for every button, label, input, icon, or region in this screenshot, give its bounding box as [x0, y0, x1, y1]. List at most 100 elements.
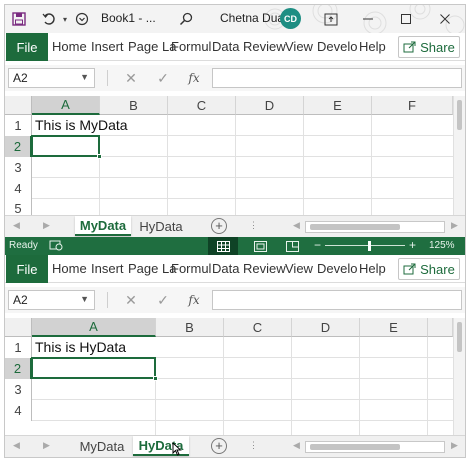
tab-file[interactable]: File [6, 255, 48, 283]
cancel-icon[interactable]: ✕ [118, 290, 144, 310]
name-box[interactable]: A2 ▼ [8, 290, 95, 310]
cancel-icon[interactable]: ✕ [118, 68, 144, 88]
select-all-corner[interactable] [5, 96, 32, 115]
column-header[interactable] [428, 318, 453, 337]
tab-help[interactable]: Help [359, 261, 386, 276]
row-header[interactable]: 4 [5, 400, 32, 421]
fx-icon[interactable]: fx [181, 68, 207, 88]
fill-handle[interactable] [97, 154, 102, 159]
name-box[interactable]: A2 ▼ [8, 68, 95, 88]
scroll-right-icon[interactable]: ▶ [451, 220, 458, 231]
redo-icon[interactable] [74, 11, 90, 27]
cell-a1[interactable]: This is MyData [35, 117, 128, 133]
enter-icon[interactable]: ✓ [150, 290, 176, 310]
scroll-right-icon[interactable]: ▶ [451, 440, 458, 451]
scroll-left-icon[interactable]: ◀ [293, 440, 300, 451]
zoom-out-button[interactable]: − [314, 238, 321, 252]
tab-formulas[interactable]: Formul [171, 39, 211, 54]
tab-formulas[interactable]: Formul [171, 261, 211, 276]
row-header[interactable]: 1 [5, 115, 32, 136]
fx-icon[interactable]: fx [181, 290, 207, 310]
column-header[interactable]: D [292, 318, 360, 337]
search-icon[interactable] [177, 10, 195, 28]
column-header[interactable]: A [32, 96, 100, 115]
tab-developer[interactable]: Develo [317, 261, 357, 276]
share-button[interactable]: Share [398, 36, 460, 58]
chevron-down-icon[interactable]: ▼ [80, 294, 89, 304]
minimize-icon[interactable] [360, 11, 376, 27]
selected-cell-a2[interactable] [31, 135, 102, 159]
formula-input[interactable] [212, 290, 462, 310]
row-header[interactable]: 3 [5, 157, 32, 178]
zoom-level[interactable]: 125% [429, 240, 455, 251]
column-header[interactable]: E [360, 318, 428, 337]
scrollbar-thumb[interactable] [457, 322, 462, 352]
tab-file[interactable]: File [6, 33, 48, 61]
sheet-tab-hydata[interactable]: HyData [133, 216, 189, 236]
tab-page-layout[interactable]: Page La [128, 261, 176, 276]
row-header[interactable]: 1 [5, 337, 32, 358]
add-sheet-icon[interactable]: + [211, 438, 227, 454]
selected-cell-a2[interactable] [31, 357, 158, 381]
column-header[interactable]: E [304, 96, 372, 115]
scroll-left-icon[interactable]: ◀ [293, 220, 300, 231]
page-break-icon[interactable] [277, 237, 307, 255]
chevron-down-icon[interactable]: ▼ [80, 72, 89, 82]
avatar[interactable]: CD [280, 8, 301, 29]
page-layout-icon[interactable] [245, 237, 275, 255]
enter-icon[interactable]: ✓ [150, 68, 176, 88]
tab-insert[interactable]: Insert [91, 261, 124, 276]
maximize-icon[interactable] [398, 11, 414, 27]
zoom-slider[interactable] [325, 245, 405, 246]
next-sheet-icon[interactable]: ▶ [43, 220, 50, 231]
row-header[interactable]: 4 [5, 178, 32, 199]
tab-help[interactable]: Help [359, 39, 386, 54]
tab-page-layout[interactable]: Page La [128, 39, 176, 54]
zoom-in-button[interactable]: + [409, 238, 416, 252]
tab-review[interactable]: Review [243, 39, 286, 54]
next-sheet-icon[interactable]: ▶ [43, 440, 50, 451]
horizontal-scrollbar[interactable] [305, 221, 445, 233]
sheet-tab-mydata[interactable]: MyData [75, 216, 131, 236]
row-header[interactable]: 3 [5, 379, 32, 400]
column-header[interactable]: D [236, 96, 304, 115]
column-header[interactable]: A [32, 318, 156, 337]
add-sheet-icon[interactable]: + [211, 218, 227, 234]
scrollbar-thumb[interactable] [310, 444, 400, 450]
tab-home[interactable]: Home [52, 261, 87, 276]
ribbon-display-icon[interactable] [323, 11, 339, 27]
vertical-scrollbar[interactable] [453, 318, 465, 436]
normal-view-icon[interactable] [208, 237, 238, 255]
prev-sheet-icon[interactable]: ◀ [13, 220, 20, 231]
row-header[interactable]: 2 [5, 358, 32, 379]
horizontal-scrollbar[interactable] [305, 441, 445, 453]
column-header[interactable]: B [100, 96, 168, 115]
column-header[interactable]: B [156, 318, 224, 337]
formula-input[interactable] [212, 68, 462, 88]
undo-dropdown-icon[interactable]: ▾ [60, 12, 70, 26]
column-header[interactable]: C [224, 318, 292, 337]
share-button[interactable]: Share [398, 258, 460, 280]
close-icon[interactable] [437, 11, 453, 27]
tab-options-icon[interactable]: ⋮ [249, 440, 258, 451]
tab-insert[interactable]: Insert [91, 39, 124, 54]
accessibility-icon[interactable] [49, 239, 63, 254]
column-header[interactable]: C [168, 96, 236, 115]
vertical-scrollbar[interactable] [453, 96, 465, 217]
column-header[interactable]: F [372, 96, 453, 115]
tab-developer[interactable]: Develo [317, 39, 357, 54]
select-all-corner[interactable] [5, 318, 32, 337]
sheet-tab-mydata[interactable]: MyData [73, 436, 131, 456]
tab-options-icon[interactable]: ⋮ [249, 220, 258, 231]
row-header[interactable]: 2 [5, 136, 32, 157]
tab-view[interactable]: View [285, 39, 313, 54]
tab-data[interactable]: Data [212, 261, 239, 276]
undo-icon[interactable] [41, 11, 57, 27]
tab-view[interactable]: View [285, 261, 313, 276]
tab-review[interactable]: Review [243, 261, 286, 276]
scrollbar-thumb[interactable] [457, 100, 462, 130]
prev-sheet-icon[interactable]: ◀ [13, 440, 20, 451]
tab-data[interactable]: Data [212, 39, 239, 54]
save-icon[interactable] [11, 11, 27, 27]
scrollbar-thumb[interactable] [310, 224, 400, 230]
